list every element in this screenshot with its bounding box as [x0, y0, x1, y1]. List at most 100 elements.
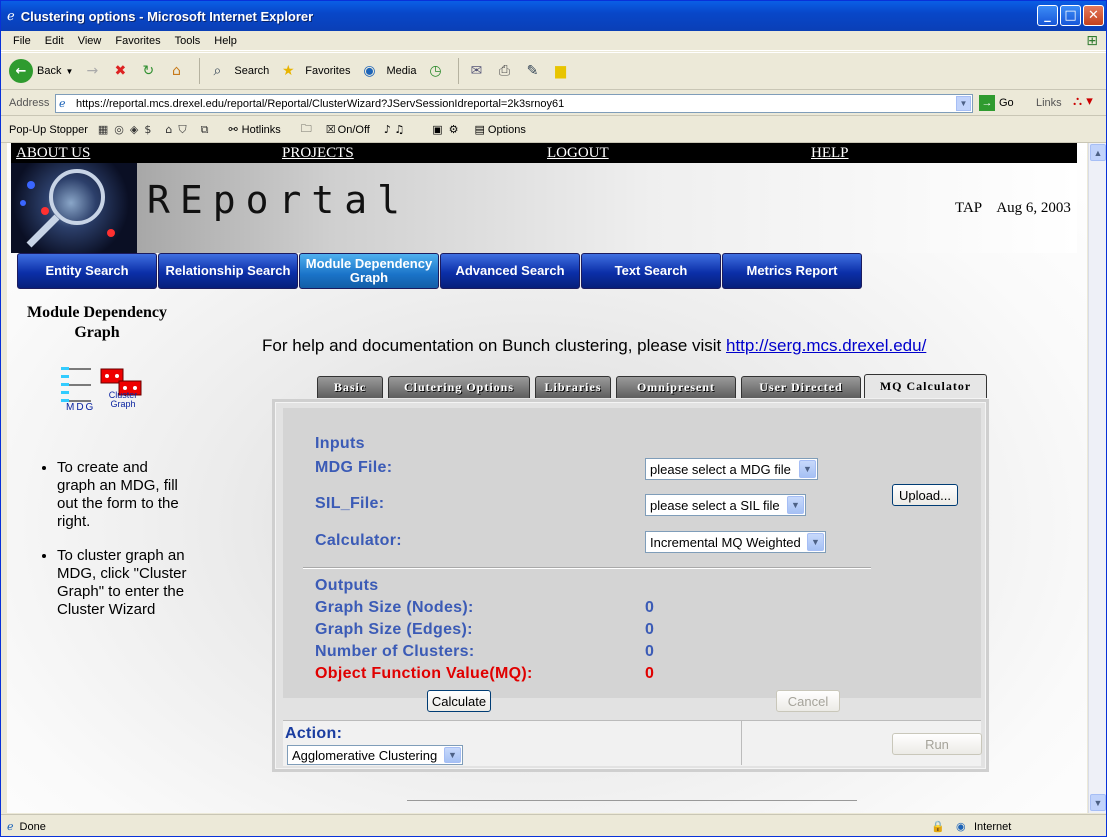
tab-libraries[interactable]: Libraries — [535, 376, 611, 398]
current-date: Aug 6, 2003 — [996, 200, 1071, 216]
history-icon[interactable]: ◷ — [424, 60, 446, 82]
search-button[interactable]: ⌕ Search — [206, 60, 269, 82]
menu-help[interactable]: Help — [214, 35, 237, 47]
address-input[interactable]: ℯ https://reportal.mcs.drexel.edu/report… — [55, 94, 973, 113]
options-icon: ▤ — [474, 123, 485, 136]
action-select[interactable]: Agglomerative Clustering ▼ — [287, 745, 463, 765]
nav-about-us[interactable]: ABOUT US — [16, 145, 90, 162]
forward-arrow-icon[interactable]: → — [81, 60, 103, 82]
scroll-down-icon[interactable]: ▼ — [1090, 794, 1106, 811]
cancel-button[interactable]: Cancel — [776, 690, 840, 712]
menu-edit[interactable]: Edit — [45, 35, 64, 47]
tab-user-directed[interactable]: User Directed — [741, 376, 861, 398]
address-bar: Address ℯ https://reportal.mcs.drexel.ed… — [1, 91, 1106, 116]
status-text: Done — [19, 820, 46, 833]
back-button[interactable]: ← Back ▼ — [9, 59, 73, 83]
nav-help[interactable]: HELP — [811, 145, 849, 162]
mdg-label: MDG — [66, 402, 96, 413]
run-button[interactable]: Run — [892, 733, 982, 755]
nav-relationship-search[interactable]: Relationship Search — [158, 253, 298, 289]
toolbar: ← Back ▼ → ✖ ↻ ⌂ ⌕ Search ★ Favorites ◉ … — [1, 52, 1106, 90]
chevron-down-icon: ▼ — [65, 66, 74, 76]
tab-clutering-options[interactable]: Clutering Options — [388, 376, 530, 398]
nav-logout[interactable]: LOGOUT — [547, 145, 609, 162]
help-link[interactable]: http://serg.mcs.drexel.edu/ — [726, 336, 926, 355]
sil-file-select[interactable]: please select a SIL file ▼ — [645, 494, 806, 516]
print-icon[interactable]: ⎙ — [493, 60, 515, 82]
ie-icon: ℯ — [7, 8, 15, 24]
calculator-select[interactable]: Incremental MQ Weighted ▼ — [645, 531, 826, 553]
minimize-button[interactable]: _ — [1037, 5, 1058, 26]
output-label-edges: Graph Size (Edges): — [315, 621, 473, 638]
windows-logo-icon: ⊞ — [1086, 32, 1098, 49]
toolbar-icons[interactable]: ⌂⛉ — [165, 123, 192, 137]
lock-icon: 🔒 — [931, 820, 945, 833]
vertical-scrollbar[interactable]: ▲ ▼ — [1088, 143, 1106, 813]
toolbar-icons[interactable]: ⧉ — [201, 123, 215, 137]
note-icon[interactable]: ▆ — [549, 60, 571, 82]
mail-icon[interactable]: ✉ — [465, 60, 487, 82]
user-date: TAP Aug 6, 2003 — [955, 200, 1071, 217]
chevron-down-icon: ▼ — [444, 747, 461, 763]
top-nav: ABOUT US PROJECTS LOGOUT HELP — [11, 143, 1077, 163]
nav-module-dependency-graph[interactable]: Module Dependency Graph — [299, 253, 439, 289]
magnifier-icon — [20, 169, 115, 248]
folder-icon[interactable]: 🗀 — [301, 120, 312, 139]
nav-text-search[interactable]: Text Search — [581, 253, 721, 289]
sound-icon[interactable]: ♪ ♫ — [384, 123, 404, 136]
output-label-mq: Object Function Value(MQ): — [315, 665, 533, 682]
tab-mq-calculator[interactable]: MQ Calculator — [864, 374, 987, 398]
tab-basic[interactable]: Basic — [317, 376, 383, 398]
stop-icon[interactable]: ✖ — [109, 60, 131, 82]
onoff-button[interactable]: ☒ On/Off — [326, 123, 370, 136]
media-button[interactable]: ◉ Media — [359, 60, 416, 82]
instruction-cluster-graph: To cluster graph an MDG, click "Cluster … — [57, 547, 187, 619]
menu-view[interactable]: View — [78, 35, 102, 47]
nav-entity-search[interactable]: Entity Search — [17, 253, 157, 289]
refresh-icon[interactable]: ↻ — [137, 60, 159, 82]
status-bar: ℯ Done 🔒 ◉ Internet — [1, 814, 1106, 836]
tab-omnipresent[interactable]: Omnipresent — [616, 376, 736, 398]
popup-stopper-label: Pop-Up Stopper — [9, 123, 88, 136]
close-button[interactable]: ✕ — [1083, 5, 1104, 26]
menu-favorites[interactable]: Favorites — [115, 35, 160, 47]
page-icon: ℯ — [59, 97, 66, 110]
go-arrow-icon: → — [979, 95, 995, 111]
output-value-clusters: 0 — [645, 643, 654, 660]
address-dropdown-icon[interactable]: ▼ — [956, 96, 971, 111]
sidebar-title: Module Dependency Graph — [27, 304, 167, 341]
go-button[interactable]: → Go — [979, 95, 1014, 111]
menu-bar: File Edit View Favorites Tools Help ⊞ — [1, 31, 1106, 51]
toolbar-icons[interactable]: ▦◎◈$ — [98, 123, 157, 136]
user-name: TAP — [955, 200, 983, 216]
maximize-button[interactable]: □ — [1060, 5, 1081, 26]
nav-advanced-search[interactable]: Advanced Search — [440, 253, 580, 289]
back-arrow-icon: ← — [9, 59, 33, 83]
hotlinks-button[interactable]: ⚯ Hotlinks — [228, 123, 280, 136]
favorites-button[interactable]: ★ Favorites — [277, 60, 351, 82]
popup-stopper-bar: Pop-Up Stopper ▦◎◈$ ⌂⛉ ⧉ ⚯ Hotlinks 🗀 ☒ … — [1, 117, 1106, 143]
edit-icon[interactable]: ✎ — [521, 60, 543, 82]
nav-projects[interactable]: PROJECTS — [282, 145, 354, 162]
links-label[interactable]: Links — [1036, 97, 1062, 109]
options-button[interactable]: ▤ Options — [475, 123, 526, 136]
output-label-nodes: Graph Size (Nodes): — [315, 599, 474, 616]
upload-button[interactable]: Upload... — [892, 484, 958, 506]
home-icon[interactable]: ⌂ — [165, 60, 187, 82]
action-label: Action: — [285, 725, 343, 742]
bottom-divider — [407, 800, 857, 801]
form-area: Inputs MDG File: please select a MDG fil… — [283, 408, 981, 712]
menu-tools[interactable]: Tools — [175, 35, 201, 47]
link-icon: ⚯ — [228, 123, 238, 136]
scroll-up-icon[interactable]: ▲ — [1090, 144, 1106, 161]
mdg-file-select[interactable]: please select a MDG file ▼ — [645, 458, 818, 480]
browser-window: ℯ Clustering options - Microsoft Interne… — [0, 0, 1107, 837]
chevron-down-icon: ▼ — [787, 496, 804, 514]
divider — [303, 567, 871, 569]
adobe-icon[interactable]: ⛬ ▾ — [1073, 94, 1093, 109]
calculate-button[interactable]: Calculate — [427, 690, 491, 712]
toolbar-icons[interactable]: ▣⚙ — [432, 123, 464, 136]
menu-file[interactable]: File — [13, 35, 31, 47]
mdg-file-label: MDG File: — [315, 459, 393, 476]
nav-metrics-report[interactable]: Metrics Report — [722, 253, 862, 289]
